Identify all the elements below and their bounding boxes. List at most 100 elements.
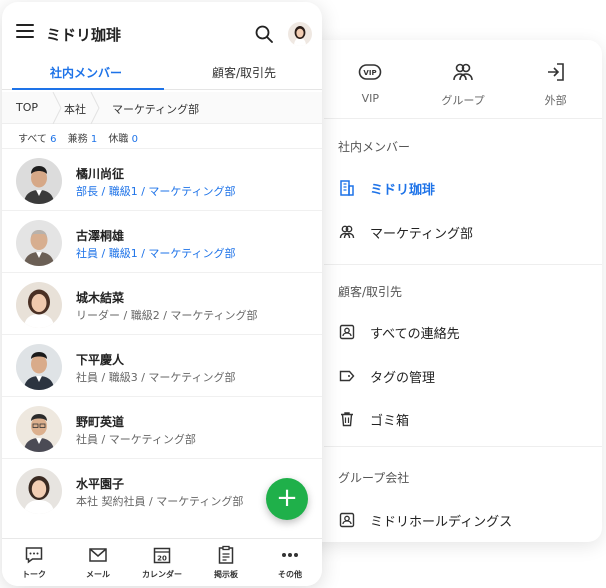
section-title-members: 社内メンバー — [338, 140, 411, 154]
svg-text:VIP: VIP — [364, 69, 377, 77]
count-side-label[interactable]: 兼務 — [68, 134, 88, 145]
member-name: 下平慶人 — [76, 353, 125, 367]
drawer-item-all-contacts[interactable]: すべての連絡先 — [338, 321, 460, 343]
divider — [324, 264, 602, 265]
nav-talk-label: トーク — [22, 570, 46, 579]
filter-group-label: グループ — [441, 94, 485, 107]
list-item[interactable]: 下平慶人 社員 / 職級3 / マーケティング部 — [2, 334, 322, 396]
divider — [324, 118, 602, 119]
member-name: 野町英道 — [76, 415, 125, 429]
avatar — [16, 406, 62, 452]
member-name: 古澤桐雄 — [76, 229, 125, 243]
member-title: 社員 / 職級1 / マーケティング部 — [76, 247, 236, 260]
screen: VIP VIP グループ 外部 社内メンバー ミドリ珈琲 マーケティング部 顧客… — [0, 0, 606, 588]
section-title-clients: 顧客/取引先 — [338, 285, 403, 299]
page-title: ミドリ珈琲 — [46, 26, 122, 44]
member-name: 水平園子 — [76, 477, 125, 491]
add-button[interactable]: + — [266, 478, 308, 520]
tag-icon — [339, 370, 355, 382]
board-icon — [218, 545, 234, 564]
more-icon — [282, 553, 298, 557]
drawer-item-trash-label: ゴミ箱 — [370, 413, 410, 429]
mail-icon — [89, 548, 107, 562]
avatar — [16, 468, 62, 514]
drawer-item-holdings-label: ミドリホールディングス — [370, 514, 513, 530]
vip-icon: VIP — [359, 64, 382, 80]
hamburger-menu-icon[interactable] — [16, 24, 34, 38]
drawer-item-tags-label: タグの管理 — [370, 370, 436, 386]
group-icon — [453, 63, 473, 81]
tab-members[interactable]: 社内メンバー — [50, 64, 122, 81]
contact-card-icon — [339, 324, 355, 340]
drawer-item-dept[interactable]: マーケティング部 — [338, 221, 473, 243]
avatar — [16, 282, 62, 328]
member-title: 社員 / 職級3 / マーケティング部 — [76, 371, 236, 384]
calendar-icon: 20 — [153, 547, 171, 564]
external-icon — [547, 63, 564, 81]
group-icon — [339, 225, 355, 239]
drawer-item-company[interactable]: ミドリ珈琲 — [338, 177, 435, 199]
drawer-item-all-contacts-label: すべての連絡先 — [370, 326, 460, 342]
count-all-label[interactable]: すべて — [18, 134, 47, 145]
nav-mail-label: メール — [86, 570, 110, 579]
drawer-quick-filters: VIP VIP グループ 外部 — [324, 60, 602, 120]
building-icon — [340, 180, 354, 196]
app-header: ミドリ珈琲 — [2, 2, 322, 58]
list-item[interactable]: 城木結菜 リーダー / 職級2 / マーケティング部 — [2, 272, 322, 334]
filter-vip[interactable]: VIP VIP — [324, 60, 417, 120]
member-title: 部長 / 職級1 / マーケティング部 — [76, 185, 236, 198]
address-book-drawer: VIP VIP グループ 外部 社内メンバー ミドリ珈琲 マーケティング部 顧客… — [300, 40, 602, 542]
filter-group[interactable]: グループ — [417, 60, 510, 120]
filter-vip-label: VIP — [361, 92, 380, 105]
breadcrumb-dept[interactable]: マーケティング部 — [112, 101, 199, 117]
nav-calendar-label: カレンダー — [142, 570, 182, 579]
nav-more-label: その他 — [278, 570, 302, 579]
list-item[interactable]: 古澤桐雄 社員 / 職級1 / マーケティング部 — [2, 210, 322, 272]
count-all-value: 6 — [50, 134, 57, 145]
nav-board-label: 掲示板 — [214, 570, 238, 579]
tab-bar: 社内メンバー 顧客/取引先 — [2, 58, 322, 90]
plus-icon: + — [276, 483, 298, 513]
avatar — [16, 344, 62, 390]
count-side-value: 1 — [90, 134, 98, 145]
drawer-item-holdings[interactable]: ミドリホールディングス — [338, 509, 512, 531]
count-leave-value: 0 — [131, 134, 138, 145]
breadcrumb-office[interactable]: 本社 — [64, 101, 86, 117]
nav-calendar[interactable]: 20 カレンダー — [130, 539, 194, 586]
divider — [324, 446, 602, 447]
member-list-screen: ミドリ珈琲 社内メンバー 顧客/取引先 TOP 本社 マーケティング部 すべて … — [2, 2, 322, 586]
nav-board[interactable]: 掲示板 — [194, 539, 258, 586]
trash-icon — [341, 412, 353, 427]
chat-icon — [25, 547, 43, 564]
user-avatar[interactable] — [288, 22, 312, 46]
nav-talk[interactable]: トーク — [2, 539, 66, 586]
section-title-group-companies: グループ会社 — [338, 471, 410, 485]
count-leave-label[interactable]: 休職 — [108, 134, 128, 145]
breadcrumb: TOP 本社 マーケティング部 — [2, 92, 322, 124]
filter-external[interactable]: 外部 — [509, 60, 602, 120]
filter-external-label: 外部 — [544, 94, 567, 107]
chevron-right-icon — [90, 92, 100, 124]
search-icon[interactable] — [254, 24, 274, 44]
tab-clients[interactable]: 顧客/取引先 — [212, 64, 276, 81]
avatar — [16, 158, 62, 204]
member-title: 社員 / マーケティング部 — [76, 433, 196, 446]
member-name: 城木結菜 — [76, 291, 125, 305]
active-tab-indicator — [12, 88, 164, 90]
drawer-item-trash[interactable]: ゴミ箱 — [338, 408, 409, 430]
drawer-item-tags[interactable]: タグの管理 — [338, 365, 435, 387]
list-item[interactable]: 橘川尚征 部長 / 職級1 / マーケティング部 — [2, 148, 322, 210]
nav-mail[interactable]: メール — [66, 539, 130, 586]
breadcrumb-top[interactable]: TOP — [16, 101, 38, 114]
nav-more[interactable]: その他 — [258, 539, 322, 586]
avatar — [16, 220, 62, 266]
drawer-item-company-label: ミドリ珈琲 — [370, 182, 436, 198]
list-item[interactable]: 野町英道 社員 / マーケティング部 — [2, 396, 322, 458]
chevron-right-icon — [52, 92, 62, 124]
contact-card-icon — [339, 512, 355, 528]
bottom-navigation: トーク メール 20 カレンダー 掲示板 その他 — [2, 538, 322, 586]
calendar-day: 20 — [157, 555, 167, 563]
member-counts: すべて 6 兼務 1 休職 0 — [18, 130, 146, 145]
drawer-item-dept-label: マーケティング部 — [370, 226, 473, 242]
member-title: リーダー / 職級2 / マーケティング部 — [76, 309, 258, 322]
